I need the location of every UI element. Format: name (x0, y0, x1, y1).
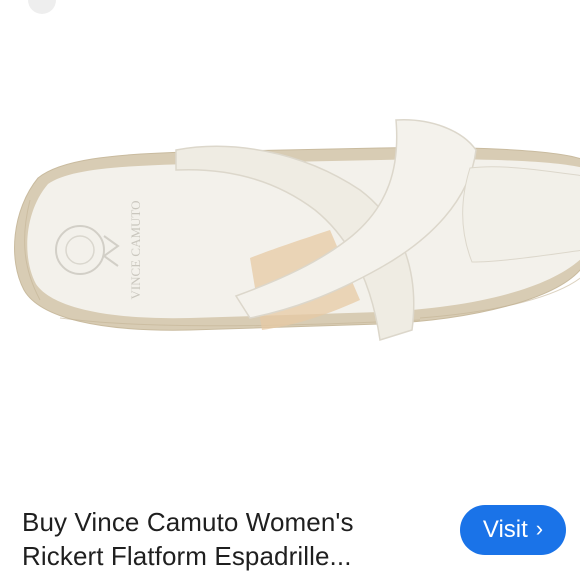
toe-strap (462, 166, 580, 263)
sandal-illustration: VINCE CAMUTO (14, 119, 580, 341)
caption-line-1: Buy Vince Camuto Women's (22, 507, 354, 537)
caption-line-2: Rickert Flatform Espadrille... (22, 541, 352, 571)
insole-logo-text: VINCE CAMUTO (128, 200, 143, 299)
product-image[interactable]: VINCE CAMUTO (0, 0, 580, 470)
visit-button[interactable]: Visit › (460, 505, 566, 555)
result-card: VINCE CAMUTO Buy Vince Camuto Women's Ri… (0, 0, 580, 580)
product-caption[interactable]: Buy Vince Camuto Women's Rickert Flatfor… (22, 505, 442, 573)
chevron-right-icon: › (535, 516, 544, 541)
visit-button-label: Visit (482, 516, 528, 543)
